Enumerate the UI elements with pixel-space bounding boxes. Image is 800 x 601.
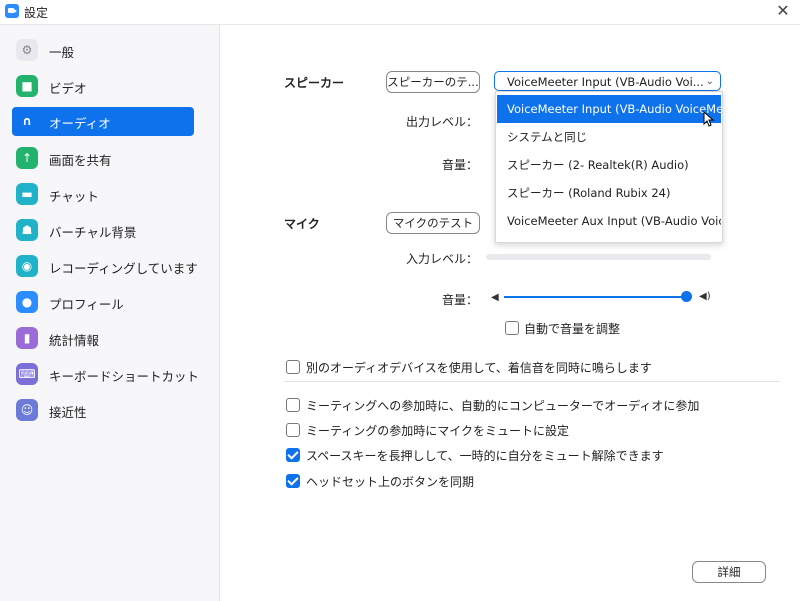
accessibility-icon: ☺: [16, 399, 38, 421]
auto-join-audio-label: ミーティングへの参加時に、自動的にコンピューターでオーディオに参加: [306, 399, 700, 413]
dropdown-option[interactable]: VoiceMeeter Input (VB-Audio VoiceMe...: [497, 95, 721, 123]
settings-sidebar: ⚙ 一般 ■ ビデオ ∩ オーディオ ↑ 画面を共有 ▬ チャット ☗ バーチャ…: [0, 25, 220, 601]
auto-join-audio-checkbox[interactable]: [286, 398, 300, 412]
sidebar-item-share-screen[interactable]: ↑ 画面を共有: [12, 144, 194, 173]
sidebar-item-label: 画面を共有: [49, 153, 112, 168]
sidebar-item-label: 接近性: [49, 405, 87, 420]
mute-mic-on-join-checkbox[interactable]: [286, 423, 300, 437]
headphones-icon: ∩: [22, 114, 32, 128]
sidebar-item-audio[interactable]: ∩ オーディオ: [12, 107, 194, 136]
sidebar-item-label: プロフィール: [49, 297, 124, 312]
sidebar-item-label: 一般: [49, 45, 75, 60]
sync-headset-buttons-label: ヘッドセット上のボタンを同期: [306, 475, 475, 489]
volume-high-icon: ◀): [699, 291, 711, 302]
test-speaker-button[interactable]: スピーカーのテ...: [386, 71, 480, 93]
auto-adjust-volume-checkbox[interactable]: [505, 321, 519, 335]
test-mic-button[interactable]: マイクのテスト: [386, 212, 480, 234]
sidebar-item-accessibility[interactable]: ☺ 接近性: [12, 396, 194, 425]
output-level-label: 出力レベル：: [406, 115, 479, 129]
sidebar-item-statistics[interactable]: ▮ 統計情報: [12, 324, 194, 353]
sidebar-item-label: オーディオ: [49, 116, 111, 131]
statistics-icon: ▮: [16, 327, 38, 349]
gear-icon: ⚙: [16, 39, 38, 61]
video-camera-icon: ■: [16, 75, 38, 97]
input-level-meter: [486, 254, 711, 260]
audio-settings-panel: スピーカー スピーカーのテ... VoiceMeeter Input (VB-A…: [220, 25, 800, 601]
sync-headset-buttons-checkbox[interactable]: [286, 474, 300, 488]
separate-ringtone-device-label: 別のオーディオデバイスを使用して、着信音を同時に鳴らします: [306, 361, 652, 375]
title-bar: 設定 ✕: [0, 0, 800, 25]
chevron-down-icon: ⌄: [705, 76, 714, 87]
keyboard-icon: ⌨: [16, 363, 38, 385]
mic-volume-slider-handle[interactable]: [681, 291, 692, 302]
dropdown-option[interactable]: スピーカー (2- Realtek(R) Audio): [497, 151, 721, 179]
sidebar-item-recording[interactable]: ◉ レコーディングしています: [12, 252, 198, 281]
chat-bubble-icon: ▬: [16, 183, 38, 205]
sidebar-item-chat[interactable]: ▬ チャット: [12, 180, 194, 209]
sidebar-item-keyboard-shortcuts[interactable]: ⌨ キーボードショートカット: [12, 360, 199, 389]
speaker-device-select[interactable]: VoiceMeeter Input (VB-Audio Voi... ⌄: [494, 71, 721, 91]
zoom-app-icon: [5, 4, 19, 18]
sidebar-item-label: 統計情報: [49, 333, 100, 348]
share-screen-icon: ↑: [16, 147, 38, 169]
mic-label: マイク: [284, 217, 320, 231]
mic-volume-slider[interactable]: [504, 296, 686, 298]
sidebar-item-general[interactable]: ⚙ 一般: [12, 36, 194, 65]
profile-icon: ●: [16, 291, 38, 313]
sidebar-item-profile[interactable]: ● プロフィール: [12, 288, 194, 317]
auto-adjust-volume-label: 自動で音量を調整: [524, 322, 621, 336]
mute-mic-on-join-label: ミーティングの参加時にマイクをミュートに設定: [306, 424, 570, 438]
sidebar-item-label: レコーディングしています: [49, 261, 198, 276]
space-unmute-checkbox[interactable]: [286, 448, 300, 462]
speaker-volume-label: 音量：: [442, 158, 479, 172]
close-button[interactable]: ✕: [766, 0, 800, 24]
record-icon: ◉: [16, 255, 38, 277]
speaker-device-dropdown: VoiceMeeter Input (VB-Audio VoiceMe... シ…: [495, 91, 723, 243]
sidebar-item-label: ビデオ: [49, 81, 87, 96]
section-divider: [284, 381, 780, 382]
mouse-cursor-icon: [703, 111, 715, 127]
window-title: 設定: [24, 6, 49, 20]
dropdown-option[interactable]: スピーカー (Roland Rubix 24): [497, 179, 721, 207]
volume-low-icon: ◀: [491, 292, 499, 303]
sidebar-item-label: キーボードショートカット: [49, 369, 200, 384]
sidebar-item-label: チャット: [49, 189, 99, 204]
space-unmute-label: スペースキーを長押しして、一時的に自分をミュート解除できます: [306, 449, 664, 463]
mic-volume-label: 音量：: [442, 293, 479, 307]
virtual-background-icon: ☗: [16, 219, 38, 241]
dropdown-option[interactable]: システムと同じ: [497, 123, 721, 151]
speaker-label: スピーカー: [284, 76, 345, 90]
separate-ringtone-device-checkbox[interactable]: [286, 360, 300, 374]
speaker-device-value: VoiceMeeter Input (VB-Audio Voi...: [507, 75, 704, 89]
input-level-label: 入力レベル：: [406, 252, 479, 266]
advanced-button[interactable]: 詳細: [692, 561, 766, 583]
dropdown-option[interactable]: VoiceMeeter Aux Input (VB-Audio Voic...: [497, 207, 721, 235]
sidebar-item-video[interactable]: ■ ビデオ: [12, 72, 194, 101]
sidebar-item-virtual-background[interactable]: ☗ バーチャル背景: [12, 216, 194, 245]
sidebar-item-label: バーチャル背景: [49, 225, 137, 240]
